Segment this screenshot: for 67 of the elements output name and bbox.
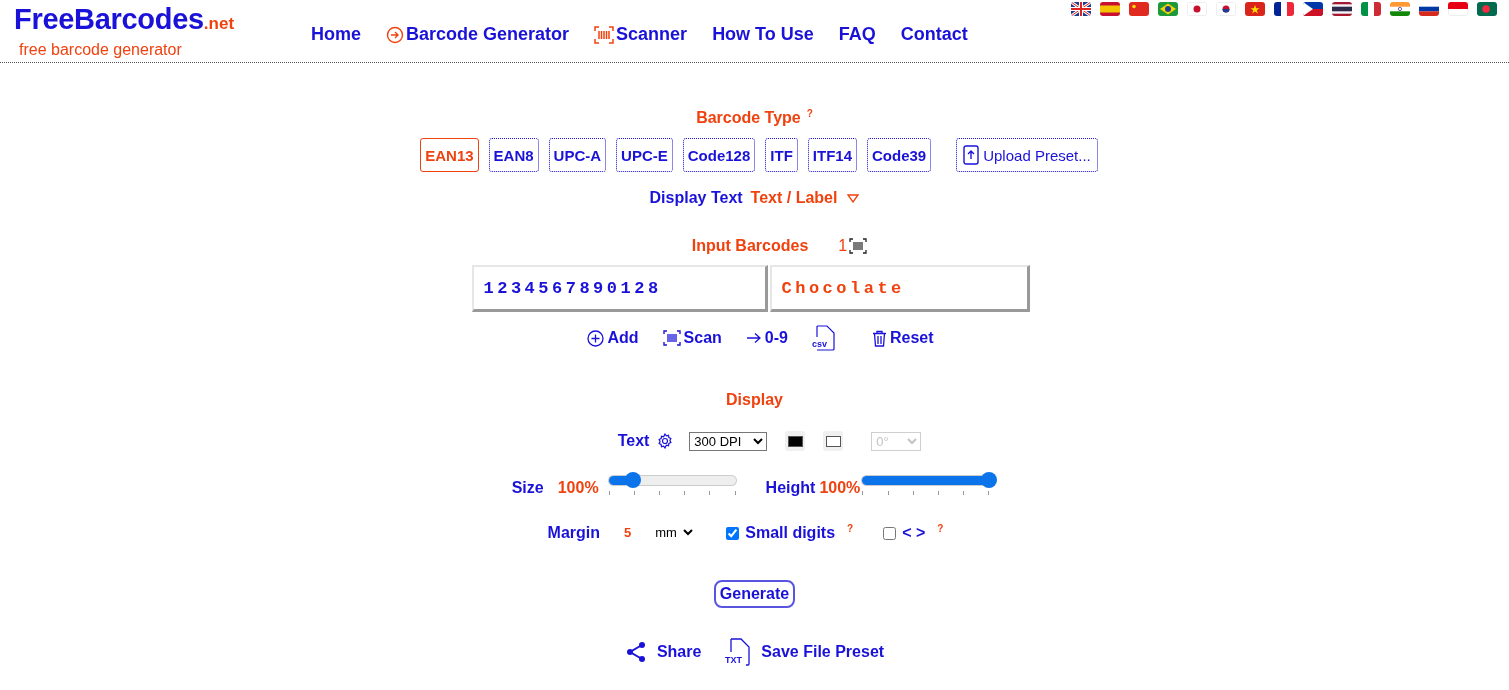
upload-preset-button[interactable]: Upload Preset... (956, 138, 1098, 172)
field-value: 100% (819, 479, 861, 497)
section-title: Display (726, 391, 783, 409)
logo-title[interactable]: FreeBarcodes.net (14, 3, 311, 40)
barcode-type-button[interactable]: EAN13 (420, 138, 479, 172)
help-mark[interactable]: ? (937, 523, 944, 534)
flag-icon[interactable] (1332, 2, 1352, 16)
field-label: Margin (547, 523, 601, 542)
field-label: Display Text (649, 189, 743, 207)
checkbox[interactable] (883, 526, 897, 540)
barcode-scan-icon (594, 25, 615, 44)
barcode-type-button[interactable]: UPC-E (616, 138, 673, 172)
nav-link[interactable]: Barcode Generator (386, 24, 570, 45)
barcode-type-button[interactable]: EAN8 (488, 138, 539, 172)
checkbox[interactable] (726, 526, 740, 540)
barcode-type-button[interactable]: ITF14 (807, 138, 857, 172)
tagline: free barcode generator (18, 40, 183, 60)
field-label: Size (511, 479, 544, 497)
slider-thumb[interactable] (624, 472, 641, 488)
trash-icon (871, 329, 887, 347)
flag-icon[interactable] (1303, 2, 1323, 16)
help-mark[interactable]: ? (847, 523, 854, 534)
settings-icon (657, 433, 674, 449)
flag-icon[interactable] (1274, 2, 1294, 16)
plus-circle-icon (587, 329, 605, 347)
share-icon (624, 641, 647, 663)
arrow-right-icon (745, 332, 762, 344)
barcode-type-button[interactable]: Code39 (867, 138, 932, 172)
section-title: Input Barcodes (691, 237, 809, 255)
checkbox-label[interactable]: < > (902, 523, 926, 542)
foreground-color-button[interactable] (785, 431, 806, 451)
margin-value: 5 (624, 525, 632, 540)
txt-link[interactable]: TXT Save File Preset (725, 638, 885, 666)
slider-thumb[interactable] (981, 472, 998, 488)
flag-icon[interactable] (1158, 2, 1178, 16)
section-title: Barcode Type (696, 109, 801, 127)
share-link[interactable]: Share (624, 641, 702, 663)
add-link[interactable]: Add (587, 329, 639, 347)
barcode-type-button[interactable]: UPC-A (548, 138, 607, 172)
barcode-icon (849, 238, 868, 254)
nav-link[interactable]: Contact (900, 24, 968, 45)
background-color-button[interactable] (823, 431, 844, 451)
scan-link[interactable]: Scan (662, 329, 722, 347)
caret-icon (847, 193, 860, 203)
nav-link[interactable]: How To Use (712, 24, 814, 45)
nav-link[interactable]: Home (311, 24, 361, 45)
digits-link[interactable]: 0-9 (745, 329, 788, 347)
barcode-type-button[interactable]: Code128 (682, 138, 756, 172)
field-label: Text (617, 432, 650, 450)
help-mark[interactable]: ? (806, 109, 813, 119)
barcode-count: 1 (838, 237, 848, 255)
reset-link[interactable]: Reset (871, 329, 934, 347)
barcode-input-field[interactable]: 1234567890128 (471, 265, 768, 312)
dpi-dropdown[interactable]: 300 DPI (689, 431, 768, 451)
upload-icon (963, 145, 980, 165)
field-label: Height (765, 479, 816, 497)
field-value: 100% (557, 479, 599, 497)
display-text-dropdown[interactable]: Text / Label (750, 189, 860, 207)
checkbox-label[interactable]: Small digits (745, 523, 836, 542)
arrow-circle-icon (386, 25, 404, 44)
nav-link[interactable]: Scanner (594, 24, 688, 45)
barcode-scan-icon (662, 330, 681, 346)
label-input-field[interactable]: Chocolate (769, 265, 1030, 312)
generate-button[interactable]: Generate (713, 580, 796, 608)
barcode-type-button[interactable]: ITF (765, 138, 798, 172)
nav-link[interactable]: FAQ (838, 24, 876, 45)
flag-icon[interactable] (1071, 2, 1091, 16)
